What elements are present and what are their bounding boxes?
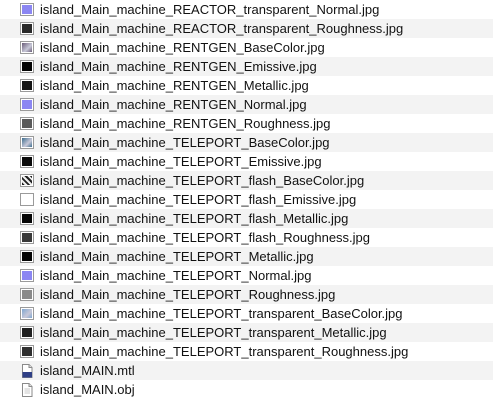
file-row[interactable]: island_Main_machine_REACTOR_transparent_… <box>0 0 493 19</box>
file-list: island_Main_machine_REACTOR_transparent_… <box>0 0 493 400</box>
file-row[interactable]: island_Main_machine_TELEPORT_flash_Rough… <box>0 228 493 247</box>
color-thumbnail-icon <box>20 41 34 54</box>
dark-thumbnail-icon <box>20 231 34 244</box>
pattern-thumbnail-icon <box>20 174 34 187</box>
file-row[interactable]: island_Main_machine_TELEPORT_BaseColor.j… <box>0 133 493 152</box>
file-row[interactable]: island_Main_machine_TELEPORT_Emissive.jp… <box>0 152 493 171</box>
file-name: island_MAIN.mtl <box>40 363 135 378</box>
obj-file-icon <box>20 383 34 397</box>
file-name: island_Main_machine_TELEPORT_Normal.jpg <box>40 268 312 283</box>
file-row[interactable]: island_Main_machine_RENTGEN_Roughness.jp… <box>0 114 493 133</box>
color-thumbnail-icon <box>20 136 34 149</box>
normal-map-thumbnail-icon <box>20 98 34 111</box>
file-name: island_Main_machine_REACTOR_transparent_… <box>40 21 404 36</box>
file-name: island_Main_machine_RENTGEN_Normal.jpg <box>40 97 307 112</box>
file-name: island_MAIN.obj <box>40 382 135 397</box>
file-name: island_Main_machine_TELEPORT_Metallic.jp… <box>40 249 314 264</box>
dark-thumbnail-icon <box>20 22 34 35</box>
file-name: island_Main_machine_REACTOR_transparent_… <box>40 2 380 17</box>
file-name: island_Main_machine_TELEPORT_flash_BaseC… <box>40 173 365 188</box>
file-name: island_Main_machine_TELEPORT_BaseColor.j… <box>40 135 330 150</box>
file-row[interactable]: island_Main_machine_TELEPORT_transparent… <box>0 342 493 361</box>
color-thumbnail-icon <box>20 307 34 320</box>
file-row[interactable]: island_Main_machine_TELEPORT_flash_Metal… <box>0 209 493 228</box>
file-row[interactable]: island_Main_machine_TELEPORT_Metallic.jp… <box>0 247 493 266</box>
normal-map-thumbnail-icon <box>20 269 34 282</box>
gray-thumbnail-icon <box>20 117 34 130</box>
file-name: island_Main_machine_RENTGEN_Metallic.jpg <box>40 78 309 93</box>
file-name: island_Main_machine_TELEPORT_flash_Metal… <box>40 211 349 226</box>
file-row[interactable]: island_Main_machine_REACTOR_transparent_… <box>0 19 493 38</box>
mtl-file-icon <box>20 364 34 378</box>
file-row[interactable]: island_Main_machine_TELEPORT_transparent… <box>0 304 493 323</box>
file-row[interactable]: island_Main_machine_TELEPORT_flash_BaseC… <box>0 171 493 190</box>
file-row[interactable]: island_MAIN.mtl <box>0 361 493 380</box>
file-name: island_Main_machine_TELEPORT_Roughness.j… <box>40 287 336 302</box>
file-name: island_Main_machine_TELEPORT_transparent… <box>40 306 403 321</box>
file-name: island_Main_machine_TELEPORT_flash_Emiss… <box>40 192 357 207</box>
file-row[interactable]: island_Main_machine_RENTGEN_Normal.jpg <box>0 95 493 114</box>
file-row[interactable]: island_Main_machine_TELEPORT_flash_Emiss… <box>0 190 493 209</box>
dark-thumbnail-icon <box>20 326 34 339</box>
white-thumbnail-icon <box>20 193 34 206</box>
file-row[interactable]: island_MAIN.obj <box>0 380 493 399</box>
file-name: island_Main_machine_TELEPORT_flash_Rough… <box>40 230 371 245</box>
gray-thumbnail-icon <box>20 288 34 301</box>
file-name: island_Main_machine_TELEPORT_Emissive.jp… <box>40 154 322 169</box>
black-thumbnail-icon <box>20 79 34 92</box>
file-row[interactable]: island_Main_machine_RENTGEN_Metallic.jpg <box>0 76 493 95</box>
file-name: island_Main_machine_RENTGEN_Emissive.jpg <box>40 59 317 74</box>
file-row[interactable]: island_Main_machine_RENTGEN_Emissive.jpg <box>0 57 493 76</box>
black-thumbnail-icon <box>20 60 34 73</box>
file-row[interactable]: island_Main_machine_RENTGEN_BaseColor.jp… <box>0 38 493 57</box>
file-name: island_Main_machine_TELEPORT_transparent… <box>40 325 387 340</box>
black-thumbnail-icon <box>20 212 34 225</box>
black-thumbnail-icon <box>20 250 34 263</box>
file-row[interactable]: island_Main_machine_TELEPORT_Roughness.j… <box>0 285 493 304</box>
file-name: island_Main_machine_RENTGEN_BaseColor.jp… <box>40 40 325 55</box>
file-name: island_Main_machine_TELEPORT_transparent… <box>40 344 409 359</box>
file-row[interactable]: island_Main_machine_TELEPORT_Normal.jpg <box>0 266 493 285</box>
black-thumbnail-icon <box>20 155 34 168</box>
normal-map-thumbnail-icon <box>20 3 34 16</box>
file-name: island_Main_machine_RENTGEN_Roughness.jp… <box>40 116 331 131</box>
file-row[interactable]: island_Main_machine_TELEPORT_transparent… <box>0 323 493 342</box>
dark-thumbnail-icon <box>20 345 34 358</box>
